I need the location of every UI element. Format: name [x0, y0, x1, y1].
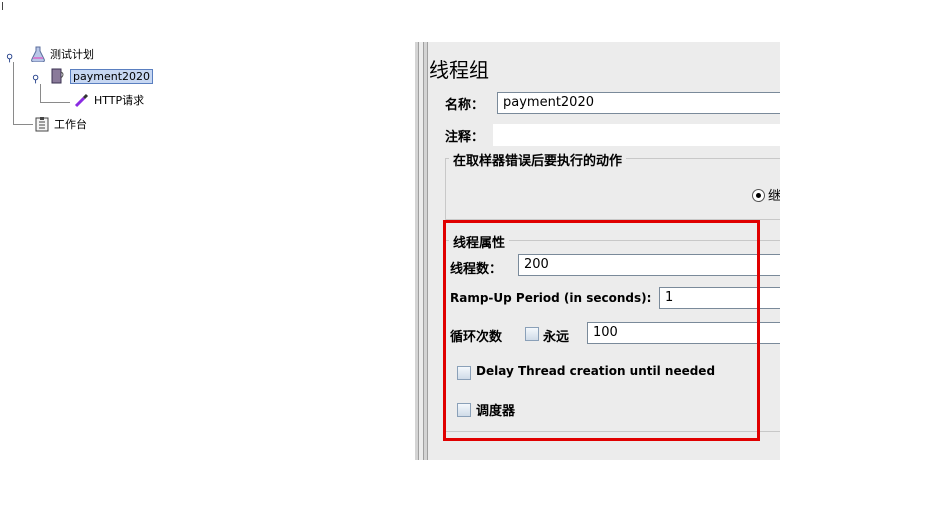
- panel-title: 线程组: [429, 58, 489, 82]
- splitter-bar[interactable]: [423, 42, 428, 460]
- tree-item-label: payment2020: [70, 68, 153, 84]
- pipette-icon: [74, 92, 90, 108]
- splitter-bar[interactable]: [415, 42, 419, 460]
- comment-label: 注释：: [445, 130, 485, 145]
- tree-item-thread-group[interactable]: payment2020: [50, 67, 153, 85]
- continue-radio[interactable]: [752, 189, 765, 202]
- test-plan-tree: ⚲ 测试计划 ⚲ payment2020 HTTP请求 工作台: [0, 0, 300, 160]
- continue-radio-label: 继: [768, 189, 780, 204]
- on-error-group-title: 在取样器错误后要执行的动作: [449, 150, 627, 169]
- tree-item-label: 测试计划: [50, 48, 94, 61]
- flask-icon: [30, 46, 46, 63]
- thread-group-icon: [50, 68, 66, 84]
- collapse-handle-icon[interactable]: ⚲: [32, 75, 39, 85]
- name-label: 名称：: [445, 98, 485, 113]
- highlight-box: [443, 220, 760, 441]
- name-input[interactable]: payment2020: [497, 92, 780, 114]
- comment-input[interactable]: [493, 124, 780, 146]
- tree-item-http-request[interactable]: HTTP请求: [74, 91, 144, 109]
- tree-item-workbench[interactable]: 工作台: [34, 115, 87, 133]
- clipboard-icon: [34, 116, 50, 132]
- tree-item-label: HTTP请求: [94, 94, 145, 107]
- tree-item-label: 工作台: [54, 118, 87, 131]
- tree-item-test-plan[interactable]: 测试计划: [30, 45, 94, 63]
- collapse-handle-icon[interactable]: ⚲: [6, 54, 13, 64]
